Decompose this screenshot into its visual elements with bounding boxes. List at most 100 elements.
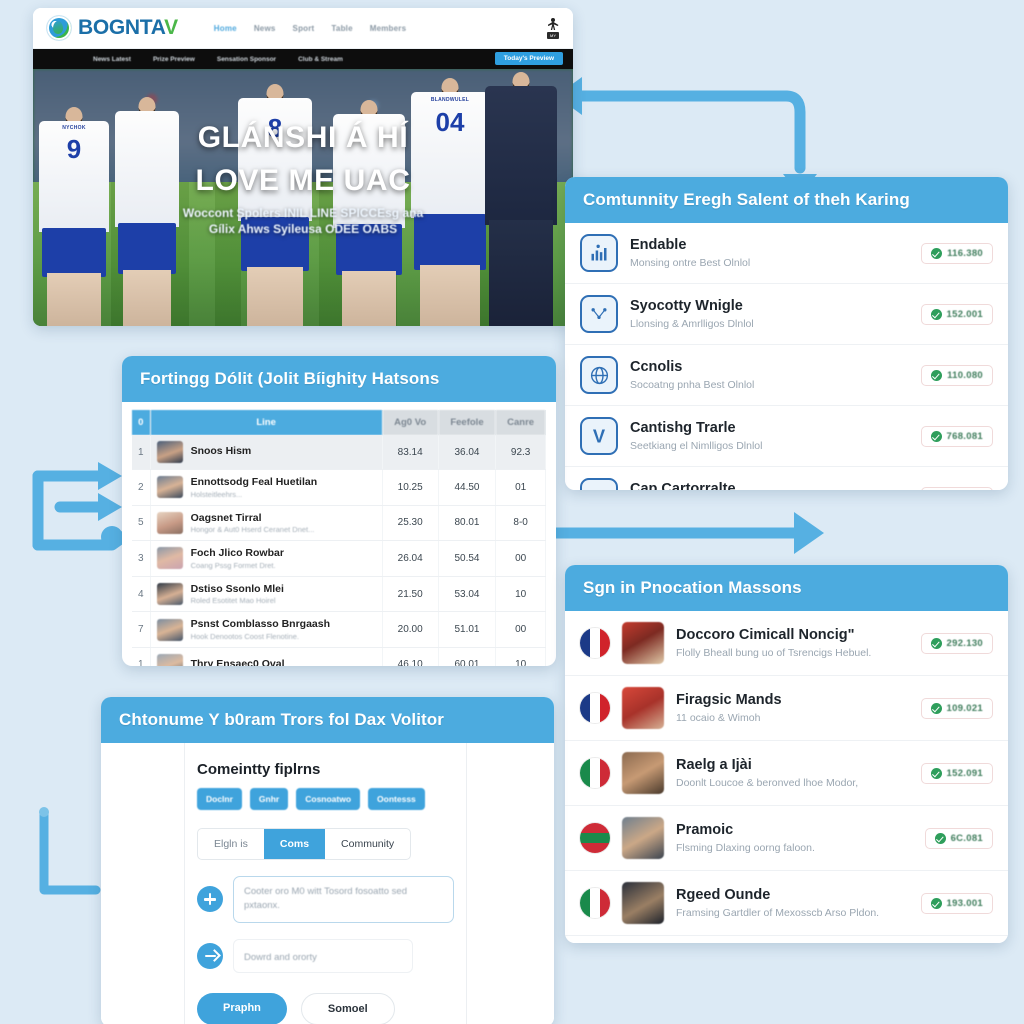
column-header-ag0vo[interactable]: Ag0 Vo [382, 410, 439, 435]
cell-canre: 00 [495, 540, 546, 577]
cell-feefole: 50.54 [438, 540, 497, 577]
community-list-title: Comtunnity Eregh Salent of theh Karing [565, 177, 1008, 223]
nav-item-news[interactable]: News [254, 24, 276, 33]
standings-table: 0 Line Ag0 Vo Feefole Canre 1 Snoos Hism… [132, 410, 546, 666]
nav-item-sport[interactable]: Sport [293, 24, 315, 33]
list-item[interactable]: Endable Monsing ontre Best Olnlol 116.38… [565, 223, 1008, 284]
column-header-canre[interactable]: Canre [495, 410, 546, 435]
list-item-text: Doccoro Cimicall Noncig" Flolly Bheall b… [676, 627, 909, 660]
italy-flag-icon [580, 758, 610, 788]
textarea-field-row: Cooter oro M0 witt Tosord fosoatto sed p… [197, 876, 454, 923]
table-row[interactable]: 1 Snoos Hism 83.14 36.04 92.3 [132, 435, 546, 470]
logo-globe-icon [47, 16, 71, 40]
player-legs [47, 272, 101, 326]
submit-button[interactable]: Praphn [197, 992, 287, 1024]
table-row[interactable]: 2 Ennottsodg Feal Huetilan Holsteitleehr… [132, 469, 546, 506]
cell-ag0vo: 21.50 [382, 576, 439, 613]
table-row[interactable]: 3 Foch Jlico Rowbar Coang Pssg Formet Dr… [132, 540, 546, 577]
segment-community[interactable]: Community [325, 829, 410, 859]
player-desc: Roled Esotitet Mao Hoirel [190, 596, 276, 606]
list-item[interactable]: Rgeed Ounde Framsing Gartdler of Mexossc… [565, 871, 1008, 936]
list-item[interactable]: Ccnolis Socoatng pnha Best Olnlol 110.08… [565, 345, 1008, 406]
list-item-subtitle: Doonlt Loucoe & beronved lhoe Modor, [676, 777, 859, 790]
nav-item-table[interactable]: Table [331, 24, 352, 33]
player-name: Thry Ensaec0 Oval [190, 658, 285, 666]
list-item[interactable]: Cap Cartorralte Coanasil & Amathon Nlplo… [565, 467, 1008, 490]
list-item[interactable]: Firagsic Mands 11 ocaio & Wimoh 109.021 [565, 676, 1008, 741]
cell-player: Thry Ensaec0 Oval [150, 647, 383, 666]
form-main: Comeintty fiplrns Doclnr Gnhr Cosnoatwo … [185, 743, 466, 1024]
secondary-input[interactable]: Dowrd and ororty [233, 938, 413, 973]
avatar [622, 622, 664, 664]
column-header-feefole[interactable]: Feefole [438, 410, 497, 435]
segmented-control: Elgln is Coms Community [197, 828, 412, 860]
status-badge: 768.081 [920, 425, 993, 447]
list-item[interactable]: Syocotty Wnigle Llonsing & Amrlligos Dln… [565, 284, 1008, 345]
site-logo[interactable]: BOGNTAV [47, 16, 178, 40]
cancel-button[interactable]: Somoel [300, 992, 395, 1024]
list-item[interactable]: V Cantishg Trarle Seetkiang el Nimlligos… [565, 406, 1008, 467]
subnav-item-prize-preview[interactable]: Prize Preview [153, 56, 195, 63]
cell-feefole: 80.01 [438, 505, 497, 542]
player-cell-inner: Ennottsodg Feal Huetilan Holsteitleehrs.… [156, 476, 376, 499]
list-item[interactable]: Emaloudgth gen Mugh Foanlaos Tnomde mo o… [565, 936, 1008, 943]
list-item-subtitle: 11 ocaio & Wimoh [676, 712, 761, 725]
segment-coms[interactable]: Coms [263, 829, 326, 859]
badge-value: 116.380 [947, 247, 983, 259]
list-item-subtitle: Seetkiang el Nimlligos Dlnlol [630, 440, 763, 453]
list-item[interactable]: Raelg a Ijài Doonlt Loucoe & beronved lh… [565, 741, 1008, 806]
subnav-cta-button[interactable]: Today's Preview [494, 52, 563, 65]
chip-gnhr[interactable]: Gnhr [249, 788, 289, 810]
cell-feefole: 51.01 [438, 611, 497, 648]
subnav-item-news-latest[interactable]: News Latest [93, 56, 131, 63]
table-body: 1 Snoos Hism 83.14 36.04 92.3 2 Ennottso… [132, 435, 546, 666]
chip-cosnoatwo[interactable]: Cosnoatwo [296, 788, 361, 810]
check-icon [930, 897, 942, 909]
segment-elgln-is[interactable]: Elgln is [198, 829, 264, 859]
cell-player: Psnst Comblasso Bnrgaash Hook Denootos C… [150, 611, 383, 648]
chip-oontesss[interactable]: Oontesss [368, 788, 425, 810]
badge-value: 768.081 [946, 430, 983, 442]
table-row[interactable]: 4 Dstiso Ssonlo Mlei Roled Esotitet Mao … [132, 576, 546, 613]
subnav-item-club-stream[interactable]: Club & Stream [298, 56, 343, 63]
site-header: BOGNTAV Home News Sport Table Members MY [33, 8, 573, 49]
list-item-text: Raelg a Ijài Doonlt Loucoe & beronved lh… [676, 757, 909, 790]
list-item-text: Endable Monsing ontre Best Olnlol [630, 237, 909, 270]
status-badge: 152.091 [920, 762, 993, 784]
check-icon [934, 832, 946, 844]
plus-icon-button[interactable] [197, 886, 223, 913]
column-header-rank[interactable]: 0 [132, 410, 151, 435]
send-arrow-icon-button[interactable] [197, 942, 223, 969]
table-row[interactable]: 7 Psnst Comblasso Bnrgaash Hook Denootos… [132, 611, 546, 648]
comment-textarea[interactable]: Cooter oro M0 witt Tosord fosoatto sed p… [233, 876, 454, 923]
user-account-button[interactable]: MY [547, 17, 559, 39]
table-row[interactable]: 5 Oagsnet Tirral Hongor & Aut0 Hserd Cer… [132, 505, 546, 542]
list-item[interactable]: Pramoic Flsming Dlaxing oorng faloon. 6C… [565, 806, 1008, 871]
status-badge: 6C.081 [924, 827, 993, 849]
status-badge: 109.021 [920, 697, 993, 719]
cell-rank: 1 [132, 435, 151, 470]
cell-player: Foch Jlico Rowbar Coang Pssg Formet Dret… [150, 540, 383, 577]
coach-trousers [489, 220, 553, 326]
subnav-item-sensation-sponsor[interactable]: Sensation Sponsor [217, 56, 276, 63]
avatar [622, 752, 664, 794]
briefcase-icon [580, 478, 618, 490]
nav-item-home[interactable]: Home [214, 24, 237, 33]
portugal-flag-icon [580, 823, 610, 853]
list-item-subtitle: Flsming Dlaxing oorng faloon. [676, 842, 815, 855]
player-name: Oagsnet Tirral [190, 511, 262, 524]
cell-feefole: 60.01 [438, 647, 497, 666]
list-item[interactable]: Doccoro Cimicall Noncig" Flolly Bheall b… [565, 611, 1008, 676]
column-header-line[interactable]: Line [150, 410, 383, 435]
form-actions: Praphn Somoel [197, 992, 454, 1024]
list-item-text: Ccnolis Socoatng pnha Best Olnlol [630, 359, 909, 392]
table-row[interactable]: 1 Thry Ensaec0 Oval 46.10 60.01 10 [132, 647, 546, 666]
svg-text:V: V [593, 425, 606, 446]
nav-item-members[interactable]: Members [370, 24, 407, 33]
badge-value: 109.021 [946, 702, 983, 714]
chip-doclnr[interactable]: Doclnr [197, 788, 242, 810]
player-name: Snoos Hism [190, 445, 252, 458]
site-main-nav: Home News Sport Table Members [214, 24, 406, 33]
player-legs [122, 270, 172, 326]
avatar [156, 547, 183, 570]
